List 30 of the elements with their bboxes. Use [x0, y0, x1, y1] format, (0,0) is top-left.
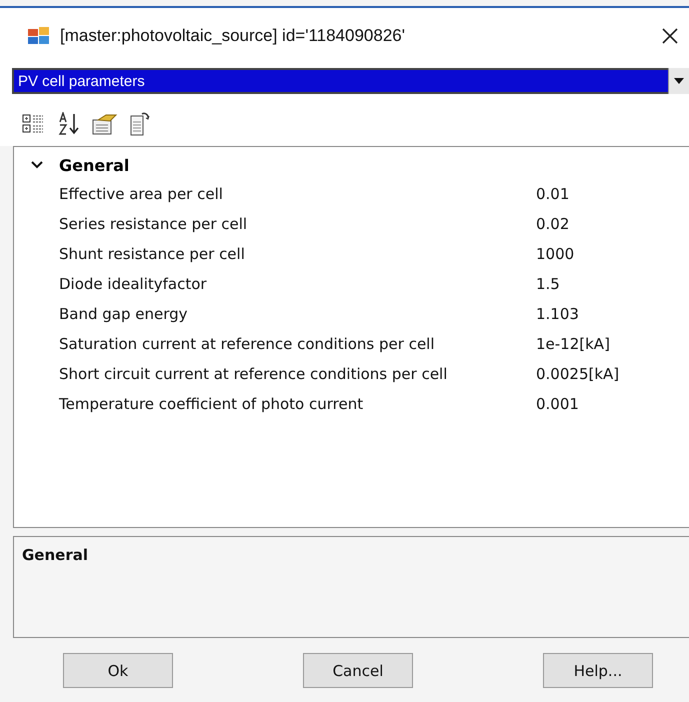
collapse-chevron-icon[interactable]	[30, 161, 42, 169]
property-name: Temperature coefficient of photo current	[58, 395, 364, 413]
property-name: Series resistance per cell	[58, 215, 248, 233]
dialog-button[interactable]: Ok	[63, 653, 173, 688]
property-value[interactable]: 0.02	[536, 215, 570, 233]
dialog-button[interactable]: Help...	[543, 653, 653, 688]
property-value[interactable]: 0.0025[kA]	[536, 365, 620, 383]
close-icon[interactable]	[661, 27, 679, 45]
property-value[interactable]: 1.5	[536, 275, 560, 293]
property-value[interactable]: 1.103	[536, 305, 579, 323]
description-title: General	[22, 546, 88, 564]
sort-alphabetical-icon[interactable]	[58, 112, 80, 136]
property-name: Diode idealityfactor	[58, 275, 208, 293]
property-value[interactable]: 0.01	[536, 185, 570, 203]
property-name: Effective area per cell	[58, 185, 224, 203]
category-header[interactable]: General	[59, 156, 130, 174]
dropdown-arrow-icon	[674, 78, 684, 84]
dialog-button[interactable]: Cancel	[303, 653, 413, 688]
property-name: Saturation current at reference conditions per cell	[58, 335, 436, 353]
property-value[interactable]: 1e-12[kA]	[536, 335, 610, 353]
property-name: Short circuit current at reference conditions per cell	[58, 365, 448, 383]
categorized-view-icon[interactable]	[22, 113, 46, 135]
document-icon[interactable]	[130, 112, 150, 136]
property-value[interactable]: 0.001	[536, 395, 579, 413]
property-name: Band gap energy	[58, 305, 189, 323]
property-pages-icon[interactable]	[92, 113, 118, 135]
window-title: [master:photovoltaic_source] id='1184090826'	[60, 26, 406, 46]
app-icon	[28, 27, 50, 45]
property-name: Shunt resistance per cell	[58, 245, 246, 263]
property-value[interactable]: 1000	[536, 245, 574, 263]
